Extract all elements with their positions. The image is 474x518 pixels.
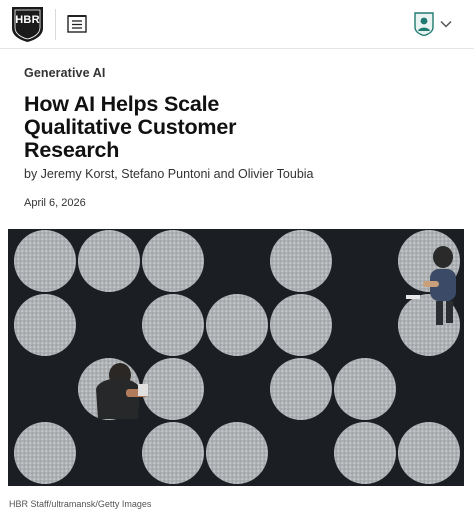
user-avatar-icon	[414, 12, 434, 36]
account-menu[interactable]	[414, 12, 460, 36]
article-date: April 6, 2026	[24, 197, 86, 209]
article-category[interactable]: Generative AI	[24, 66, 105, 80]
menu-button[interactable]	[66, 13, 88, 35]
logo-text: HBR	[15, 14, 40, 26]
article-title: How AI Helps Scale Qualitative Customer …	[24, 92, 237, 162]
menu-list-icon	[67, 15, 87, 33]
hero-image	[8, 229, 464, 486]
hbr-logo[interactable]: HBR	[11, 6, 44, 43]
header-divider	[55, 9, 56, 40]
hero-caption: HBR Staff/ultramansk/Getty Images	[9, 499, 152, 509]
chevron-down-icon	[440, 20, 452, 28]
article-byline: by Jeremy Korst, Stefano Puntoni and Oli…	[24, 167, 314, 181]
hero-photo	[14, 230, 460, 484]
site-header: HBR	[0, 0, 474, 49]
